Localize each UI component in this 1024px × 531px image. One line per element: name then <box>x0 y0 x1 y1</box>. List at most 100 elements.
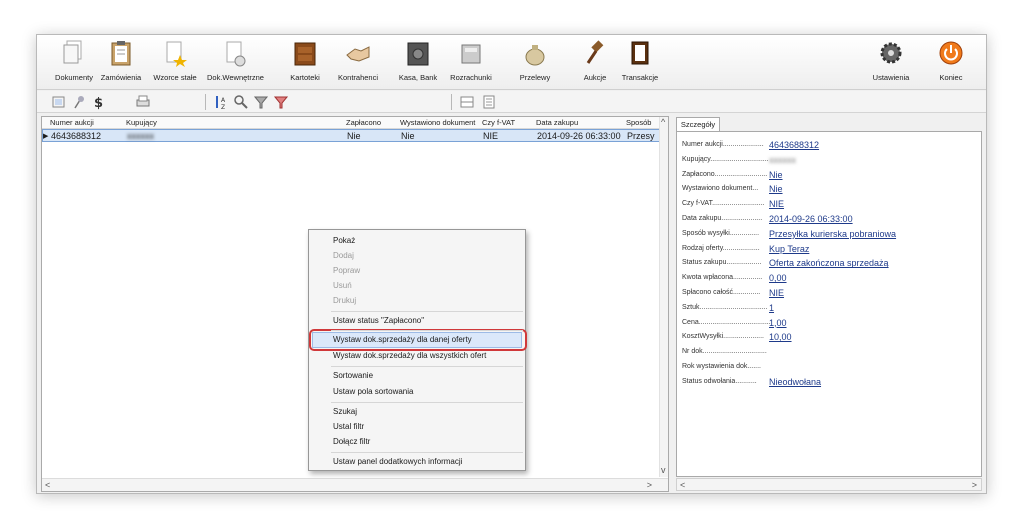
menu-item-dolacz-filtr[interactable]: Dołącz filtr <box>333 435 523 449</box>
detail-value[interactable]: 2014-09-26 06:33:00 <box>769 214 853 224</box>
menu-item-pokaz[interactable]: Pokaż <box>333 234 523 248</box>
menu-item-drukuj[interactable]: Drukuj <box>333 294 523 308</box>
filing-cabinet-icon <box>294 42 316 66</box>
detail-value[interactable]: NIE <box>769 288 784 298</box>
filter-icon[interactable] <box>253 94 269 110</box>
import-icon[interactable] <box>51 94 67 110</box>
cell-data: 2014-09-26 06:33:00 <box>537 131 621 141</box>
kontrahenci-button[interactable]: Kontrahenci <box>335 39 381 89</box>
scroll-right-icon[interactable]: > <box>972 480 977 490</box>
cell-numer: 4643688312 <box>51 131 102 141</box>
toolbar-separator <box>451 94 452 110</box>
menu-item-dodaj[interactable]: Dodaj <box>333 249 523 263</box>
menu-item-popraw[interactable]: Popraw <box>333 264 523 278</box>
grid-icon[interactable] <box>459 94 475 110</box>
cell-zaplacono: Nie <box>347 131 361 141</box>
printer-icon[interactable] <box>135 94 151 110</box>
aukcje-button[interactable]: Aukcje <box>575 39 615 89</box>
wzorce-button[interactable]: Wzorce stałe <box>151 39 199 89</box>
scroll-up-icon[interactable]: ^ <box>661 117 665 127</box>
detail-value[interactable]: xxxxxx <box>769 155 796 165</box>
col-czy-fvat[interactable]: Czy f-VAT <box>482 118 515 127</box>
kasa-bank-button[interactable]: Kasa, Bank <box>395 39 441 89</box>
detail-row: Status zakupu.................. Oferta za… <box>682 258 977 270</box>
col-sposob[interactable]: Sposób <box>626 118 651 127</box>
detail-label: Rok wystawienia dok....... <box>682 363 761 370</box>
zamowienia-button[interactable]: Zamówienia <box>95 39 147 89</box>
detail-label: Nr dok................................. <box>682 348 767 356</box>
menu-item-ustaw-panel[interactable]: Ustaw panel dodatkowych informacji <box>333 455 523 469</box>
safe-icon <box>407 42 429 66</box>
menu-item-wystaw-dla-wszystkich[interactable]: Wystaw dok.sprzedaży dla wszystkich ofer… <box>333 349 523 363</box>
dokumenty-button[interactable]: Dokumenty <box>51 39 97 89</box>
dok-wewnetrzne-button[interactable]: Dok.Wewnętrzne <box>207 39 264 89</box>
cell-kupujacy: xxxxxx <box>127 131 154 141</box>
koniec-button[interactable]: Koniec <box>933 39 969 89</box>
detail-value[interactable]: NIE <box>769 199 784 209</box>
pin-icon[interactable] <box>71 94 87 110</box>
detail-row: Data zakupu..................... 2014-09-… <box>682 214 977 226</box>
filter-add-icon[interactable] <box>273 94 289 110</box>
details-pane: Szczegóły Numer aukcji..................… <box>674 116 984 492</box>
detail-label: Sztuk................................... <box>682 303 768 311</box>
detail-value[interactable]: Nie <box>769 170 783 180</box>
context-menu: Pokaż Dodaj Popraw Usuń Drukuj Ustaw sta… <box>308 229 527 471</box>
toolbar-separator <box>205 94 206 110</box>
col-wystawiono[interactable]: Wystawiono dokument <box>400 118 475 127</box>
sort-az-icon[interactable]: AZ <box>213 94 229 110</box>
vertical-scrollbar[interactable]: ^ v <box>659 117 668 477</box>
menu-item-usun[interactable]: Usuń <box>333 279 523 293</box>
scroll-left-icon[interactable]: < <box>45 480 50 490</box>
col-kupujacy[interactable]: Kupujący <box>126 118 157 127</box>
detail-value[interactable]: 1 <box>769 303 774 313</box>
menu-item-ustal-filtr[interactable]: Ustal filtr <box>333 420 523 434</box>
list-header: Numer aukcji Kupujący Zapłacono Wystawio… <box>42 117 662 129</box>
menu-separator <box>331 366 523 367</box>
detail-value[interactable]: Kup Teraz <box>769 244 809 254</box>
detail-value[interactable]: Oferta zakończona sprzedażą <box>769 258 889 268</box>
detail-value[interactable]: Przesyłka kurierska pobraniowa <box>769 229 896 239</box>
horizontal-scrollbar[interactable]: < > <box>42 478 668 491</box>
detail-value[interactable]: 10,00 <box>769 332 792 342</box>
tab-szczegoly[interactable]: Szczegóły <box>676 117 720 131</box>
menu-item-ustaw-pola[interactable]: Ustaw pola sortowania <box>333 385 523 399</box>
detail-label: Cena....................................… <box>682 318 771 326</box>
ustawienia-button[interactable]: Ustawienia <box>867 39 915 89</box>
detail-value[interactable]: 1,00 <box>769 318 787 328</box>
przelewy-button[interactable]: Przelewy <box>515 39 555 89</box>
detail-value[interactable]: Nie <box>769 184 783 194</box>
menu-item-szukaj[interactable]: Szukaj <box>333 405 523 419</box>
detail-value[interactable]: Nieodwołana <box>769 377 821 387</box>
scroll-down-icon[interactable]: v <box>661 465 666 475</box>
scroll-left-icon[interactable]: < <box>680 480 685 490</box>
detail-row: Zapłacono........................... Nie <box>682 170 977 182</box>
rozrachunki-button[interactable]: Rozrachunki <box>447 39 495 89</box>
dollar-icon[interactable]: $ <box>91 94 107 110</box>
detail-value[interactable]: 4643688312 <box>769 140 819 150</box>
details-horizontal-scrollbar[interactable]: < > <box>676 478 982 491</box>
cell-czy-fvat: NIE <box>483 131 499 141</box>
col-numer-aukcji[interactable]: Numer aukcji <box>50 118 94 127</box>
detail-label: Data zakupu..................... <box>682 215 763 222</box>
menu-item-sortowanie[interactable]: Sortowanie <box>333 369 523 383</box>
main-ribbon: Dokumenty Zamówienia Wzorce stałe Dok.We… <box>37 35 986 90</box>
detail-value[interactable]: 0,00 <box>769 273 787 283</box>
auctions-list[interactable]: Numer aukcji Kupujący Zapłacono Wystawio… <box>41 116 669 492</box>
col-zaplacono[interactable]: Zapłacono <box>346 118 381 127</box>
gavel-icon <box>586 40 604 64</box>
clipboard-icon <box>111 41 131 66</box>
detail-row: Kwota wpłacona............... 0,00 <box>682 273 977 285</box>
table-row[interactable]: ▶ 4643688312 xxxxxx Nie Nie NIE 2014-09-… <box>42 129 662 142</box>
menu-item-ustaw-status[interactable]: Ustaw status "Zapłacono" <box>333 314 523 328</box>
transakcje-button[interactable]: Transakcje <box>617 39 663 89</box>
search-icon[interactable] <box>233 94 249 110</box>
scroll-right-icon[interactable]: > <box>647 480 652 490</box>
menu-item-wystaw-dla-oferty[interactable]: Wystaw dok.sprzedaży dla danej oferty <box>333 333 523 347</box>
menu-separator <box>331 330 523 331</box>
detail-row: Czy f-VAT........................... NIE <box>682 199 977 211</box>
kartoteki-button[interactable]: Kartoteki <box>285 39 325 89</box>
col-data-zakupu[interactable]: Data zakupu <box>536 118 578 127</box>
detail-label: Zapłacono........................... <box>682 170 768 178</box>
details-panel-icon[interactable] <box>481 94 497 110</box>
power-icon <box>939 41 963 65</box>
